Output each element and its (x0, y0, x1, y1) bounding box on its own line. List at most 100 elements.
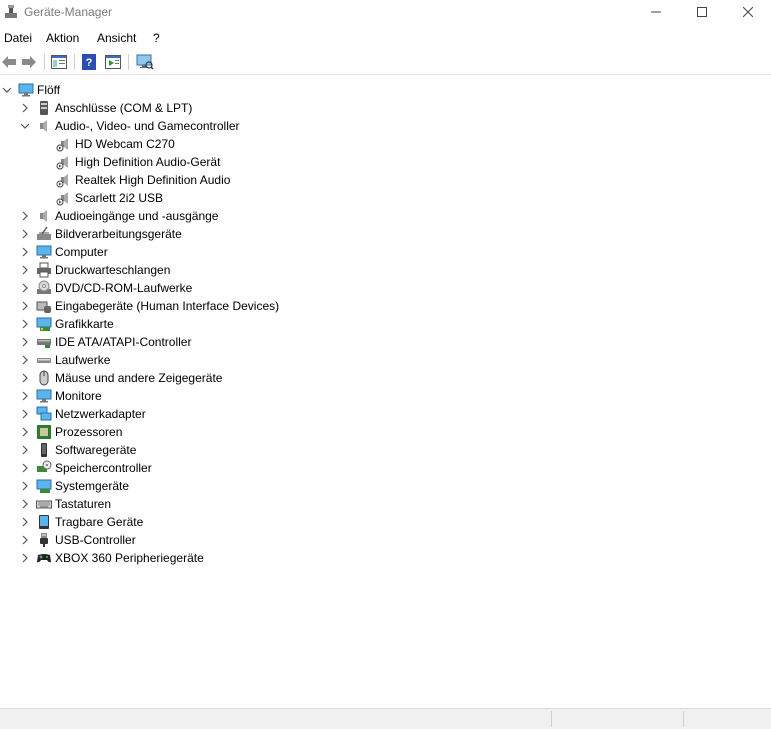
properties-icon[interactable] (104, 53, 122, 71)
tree-item-label: Softwaregeräte (55, 443, 137, 457)
expand-chevron-icon[interactable] (18, 279, 32, 297)
speaker-icon (36, 118, 52, 134)
tree-item-label: Eingabegeräte (Human Interface Devices) (55, 299, 280, 313)
expand-chevron-icon[interactable] (18, 549, 32, 567)
tree-category[interactable]: Druckwarteschlangen (18, 261, 170, 279)
tree-item-label: Tragbare Geräte (55, 515, 144, 529)
tree-category[interactable]: Eingabegeräte (Human Interface Devices) (18, 297, 279, 315)
expand-chevron-icon[interactable] (18, 405, 32, 423)
tree-category[interactable]: IDE ATA/ATAPI-Controller (18, 333, 191, 351)
status-bar-divider (551, 711, 552, 727)
tree-category[interactable]: Bildverarbeitungsgeräte (18, 225, 182, 243)
keyboard-icon (36, 496, 52, 512)
tree-item-label: Laufwerke (55, 353, 111, 367)
status-bar-divider (683, 711, 684, 727)
scan-hardware-icon[interactable] (136, 53, 154, 71)
tree-category[interactable]: Softwaregeräte (18, 441, 136, 459)
toolbar-separator (44, 54, 45, 70)
expand-chevron-icon[interactable] (18, 477, 32, 495)
show-hide-console-tree-icon[interactable] (50, 53, 68, 71)
expand-chevron-icon[interactable] (18, 369, 32, 387)
help-icon[interactable]: ? (80, 53, 98, 71)
forward-arrow-icon[interactable] (20, 53, 38, 71)
tree-item-label: Flöff (37, 83, 61, 97)
title-bar: Geräte-Manager (0, 0, 771, 24)
tree-category[interactable]: Laufwerke (18, 351, 110, 369)
expand-chevron-icon[interactable] (18, 315, 32, 333)
expand-chevron-icon[interactable] (18, 261, 32, 279)
tree-category[interactable]: DVD/CD-ROM-Laufwerke (18, 279, 192, 297)
expand-chevron-icon[interactable] (18, 207, 32, 225)
tree-category[interactable]: Systemgeräte (18, 477, 129, 495)
printer-icon (36, 262, 52, 278)
minimize-button[interactable] (633, 0, 679, 24)
tree-item-label: USB-Controller (55, 533, 136, 547)
computer-icon (18, 82, 34, 98)
tree-category[interactable]: Prozessoren (18, 423, 122, 441)
tree-category[interactable]: Audioeingänge und -ausgänge (18, 207, 218, 225)
svg-text:?: ? (86, 57, 93, 69)
ide-icon (36, 334, 52, 350)
expand-chevron-icon[interactable] (18, 225, 32, 243)
collapse-chevron-icon[interactable] (0, 81, 14, 99)
tree-category[interactable]: Monitore (18, 387, 102, 405)
tree-item-label: Prozessoren (55, 425, 123, 439)
expand-chevron-icon[interactable] (18, 387, 32, 405)
tree-root[interactable]: Flöff (0, 81, 60, 99)
tree-item-label: Realtek High Definition Audio (75, 173, 231, 187)
expand-chevron-icon[interactable] (18, 243, 32, 261)
display-adapter-icon (36, 316, 52, 332)
device-manager-icon (3, 4, 19, 20)
expand-chevron-icon[interactable] (18, 459, 32, 477)
toolbar-separator (128, 54, 129, 70)
tree-category[interactable]: USB-Controller (18, 531, 136, 549)
expand-chevron-icon[interactable] (18, 297, 32, 315)
computer-icon (36, 244, 52, 260)
tree-item-label: Bildverarbeitungsgeräte (55, 227, 182, 241)
expand-chevron-icon[interactable] (18, 351, 32, 369)
close-button[interactable] (725, 0, 771, 24)
menu-ansicht[interactable]: Ansicht (97, 31, 136, 45)
maximize-button[interactable] (679, 0, 725, 24)
portable-device-icon (36, 514, 52, 530)
tree-device[interactable]: High Definition Audio-Gerät (38, 153, 220, 171)
menu-aktion[interactable]: Aktion (46, 31, 79, 45)
tree-device[interactable]: Realtek High Definition Audio (38, 171, 230, 189)
tree-device[interactable]: Scarlett 2i2 USB (38, 189, 163, 207)
tree-item-label: Audio-, Video- und Gamecontroller (55, 119, 240, 133)
tree-category[interactable]: Tastaturen (18, 495, 111, 513)
tree-category[interactable]: Grafikkarte (18, 315, 114, 333)
expand-chevron-icon[interactable] (18, 423, 32, 441)
tree-item-label: Scarlett 2i2 USB (75, 191, 164, 205)
expand-chevron-icon[interactable] (18, 99, 32, 117)
back-arrow-icon[interactable] (0, 53, 18, 71)
tree-category[interactable]: Audio-, Video- und Gamecontroller (18, 117, 240, 135)
imaging-icon (36, 226, 52, 242)
tree-category[interactable]: Tragbare Geräte (18, 513, 143, 531)
tree-item-label: Monitore (55, 389, 102, 403)
tree-item-label: Audioeingänge und -ausgänge (55, 209, 219, 223)
collapse-chevron-icon[interactable] (18, 117, 32, 135)
menu-datei[interactable]: Datei (4, 31, 32, 45)
expand-chevron-icon[interactable] (18, 495, 32, 513)
menu-help[interactable]: ? (153, 31, 160, 45)
speaker-device-icon (56, 172, 72, 188)
tree-category[interactable]: Netzwerkadapter (18, 405, 146, 423)
expand-chevron-icon[interactable] (18, 513, 32, 531)
expand-chevron-icon[interactable] (18, 333, 32, 351)
mouse-icon (36, 370, 52, 386)
tree-category[interactable]: Computer (18, 243, 108, 261)
expand-chevron-icon[interactable] (18, 531, 32, 549)
tree-device[interactable]: HD Webcam C270 (38, 135, 175, 153)
tree-item-label: Anschlüsse (COM & LPT) (55, 101, 193, 115)
speaker-icon (36, 208, 52, 224)
tree-category[interactable]: Speichercontroller (18, 459, 152, 477)
tree-category[interactable]: XBOX 360 Peripheriegeräte (18, 549, 204, 567)
expand-chevron-icon[interactable] (18, 441, 32, 459)
tree-category[interactable]: Anschlüsse (COM & LPT) (18, 99, 192, 117)
tree-category[interactable]: Mäuse und andere Zeigegeräte (18, 369, 222, 387)
tree-item-label: Netzwerkadapter (55, 407, 146, 421)
